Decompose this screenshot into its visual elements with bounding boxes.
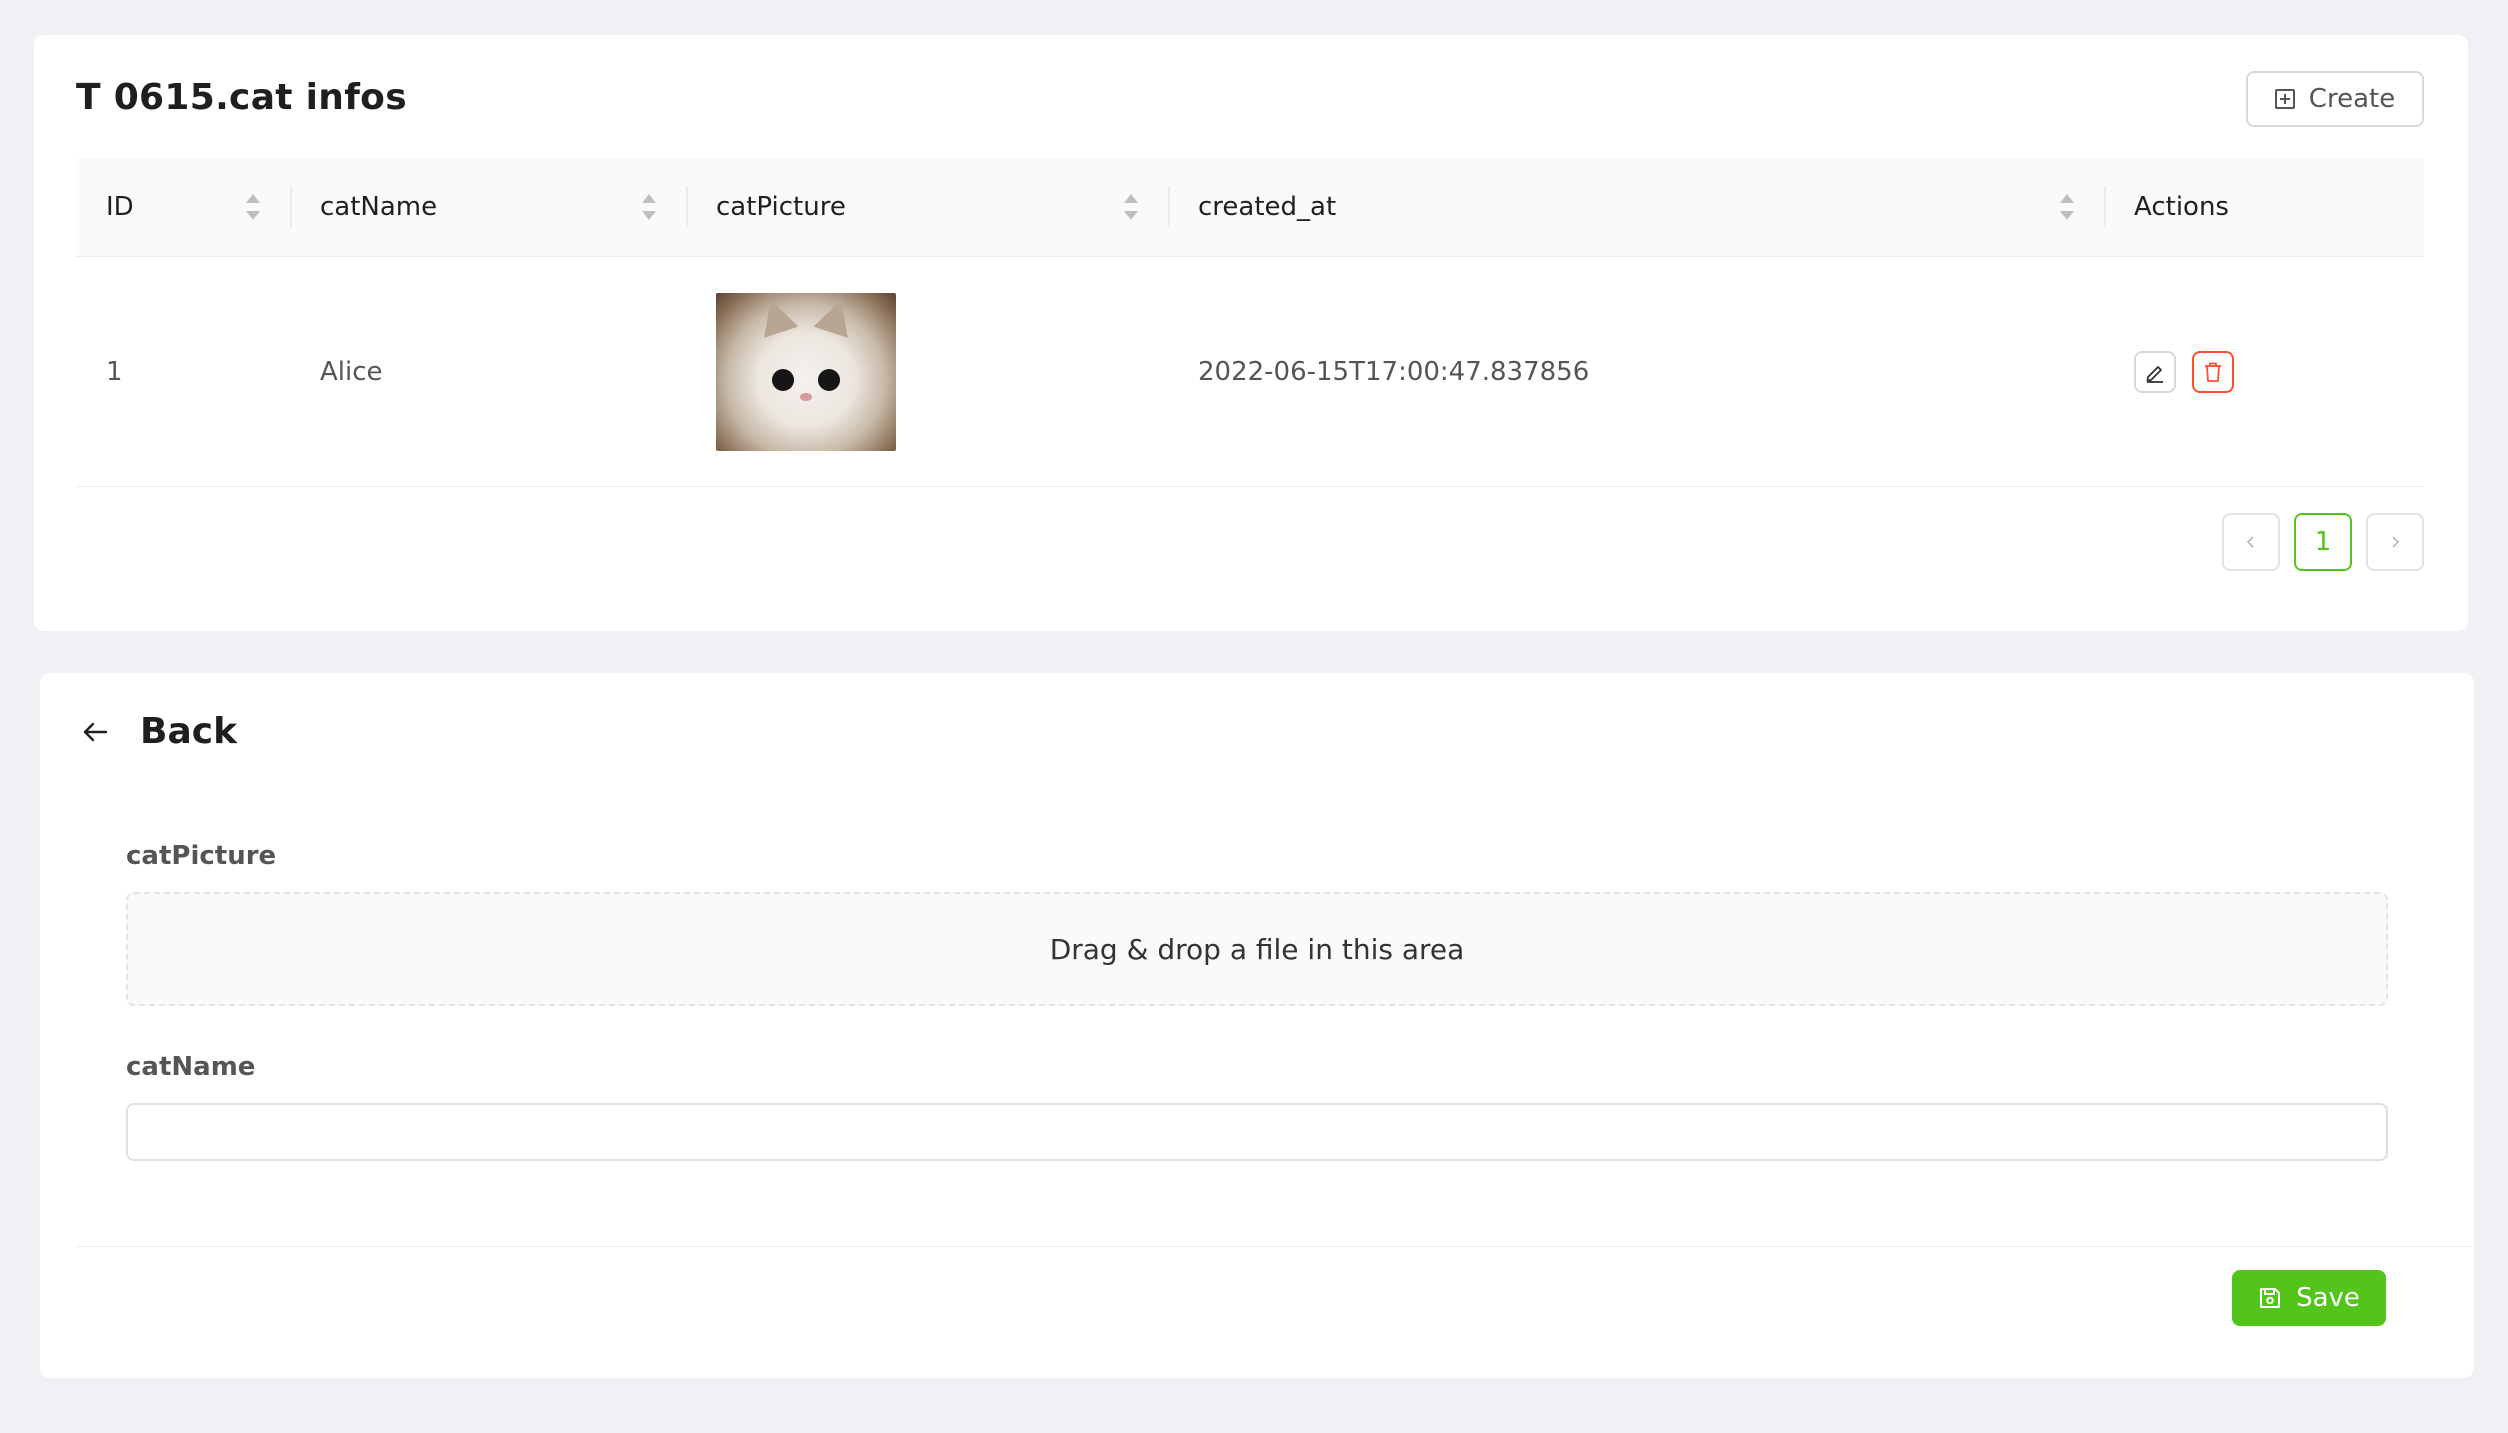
plus-square-icon	[2274, 89, 2295, 109]
column-separator	[686, 186, 688, 228]
table-header-row: ID catName catPicture created_at Actions	[76, 158, 2424, 257]
save-icon	[2260, 1288, 2281, 1308]
chevron-right-icon	[2392, 536, 2400, 548]
column-separator	[2104, 186, 2106, 228]
save-button-label: Save	[2296, 1283, 2360, 1313]
cell-id: 1	[76, 256, 290, 487]
cat-eye	[818, 368, 840, 391]
cell-catname: Alice	[290, 256, 686, 487]
catname-field-label: catName	[126, 1052, 256, 1082]
column-label: catName	[320, 192, 438, 222]
back-button[interactable]: Back	[80, 711, 237, 752]
delete-button[interactable]	[2192, 350, 2234, 393]
cat-infos-table: ID catName catPicture created_at Actions…	[76, 158, 2424, 487]
table-row: 1 Alice 2022-06-15T17:00:47.837856	[76, 256, 2424, 487]
dropzone-text: Drag & drop a file in this area	[1049, 932, 1465, 966]
page-button-current[interactable]: 1	[2294, 513, 2352, 571]
column-header-actions: Actions	[2104, 158, 2424, 257]
sort-icon[interactable]	[2060, 194, 2074, 220]
sort-icon[interactable]	[1124, 194, 1138, 220]
column-header-created-at[interactable]: created_at	[1168, 158, 2104, 257]
column-label: Actions	[2134, 192, 2229, 222]
column-separator	[1168, 186, 1170, 228]
edit-button[interactable]	[2134, 350, 2176, 393]
form-footer-divider	[76, 1246, 2472, 1247]
column-header-id[interactable]: ID	[76, 158, 290, 257]
column-header-catpicture[interactable]: catPicture	[686, 158, 1168, 257]
cat-picture-thumbnail[interactable]	[716, 292, 896, 451]
chevron-left-icon	[2246, 536, 2254, 548]
cat-ear	[753, 293, 799, 338]
column-label: ID	[106, 192, 134, 222]
cell-actions	[2104, 256, 2424, 487]
pencil-icon	[2146, 365, 2163, 383]
save-button[interactable]: Save	[2232, 1270, 2386, 1326]
trash-icon	[2205, 362, 2221, 382]
pagination: 1	[2222, 513, 2424, 571]
next-page-button[interactable]	[2366, 513, 2424, 571]
back-label: Back	[140, 711, 238, 752]
column-separator	[290, 186, 292, 228]
cat-ear	[813, 293, 859, 338]
prev-page-button[interactable]	[2222, 513, 2280, 571]
cell-created-at: 2022-06-15T17:00:47.837856	[1168, 256, 2104, 487]
cat-nose	[800, 392, 812, 401]
cat-infos-list-card: T 0615.cat infos Create ID catName catPi…	[34, 35, 2468, 631]
page-title: T 0615.cat infos	[76, 77, 407, 118]
create-button-label: Create	[2308, 84, 2396, 114]
arrow-left-icon	[83, 722, 108, 741]
sort-icon[interactable]	[246, 194, 260, 220]
edit-form-card: Back catPicture Drag & drop a file in th…	[40, 673, 2474, 1378]
create-button[interactable]: Create	[2246, 71, 2424, 127]
column-label: catPicture	[716, 192, 846, 222]
cat-eye	[772, 368, 794, 391]
column-label: created_at	[1198, 192, 1337, 222]
column-header-catname[interactable]: catName	[290, 158, 686, 257]
cell-catpicture	[686, 256, 1168, 487]
catpicture-dropzone[interactable]: Drag & drop a file in this area	[126, 892, 2388, 1006]
sort-icon[interactable]	[642, 194, 656, 220]
row-actions	[2134, 350, 2424, 393]
catpicture-field-label: catPicture	[126, 841, 277, 871]
catname-input[interactable]	[126, 1103, 2388, 1161]
